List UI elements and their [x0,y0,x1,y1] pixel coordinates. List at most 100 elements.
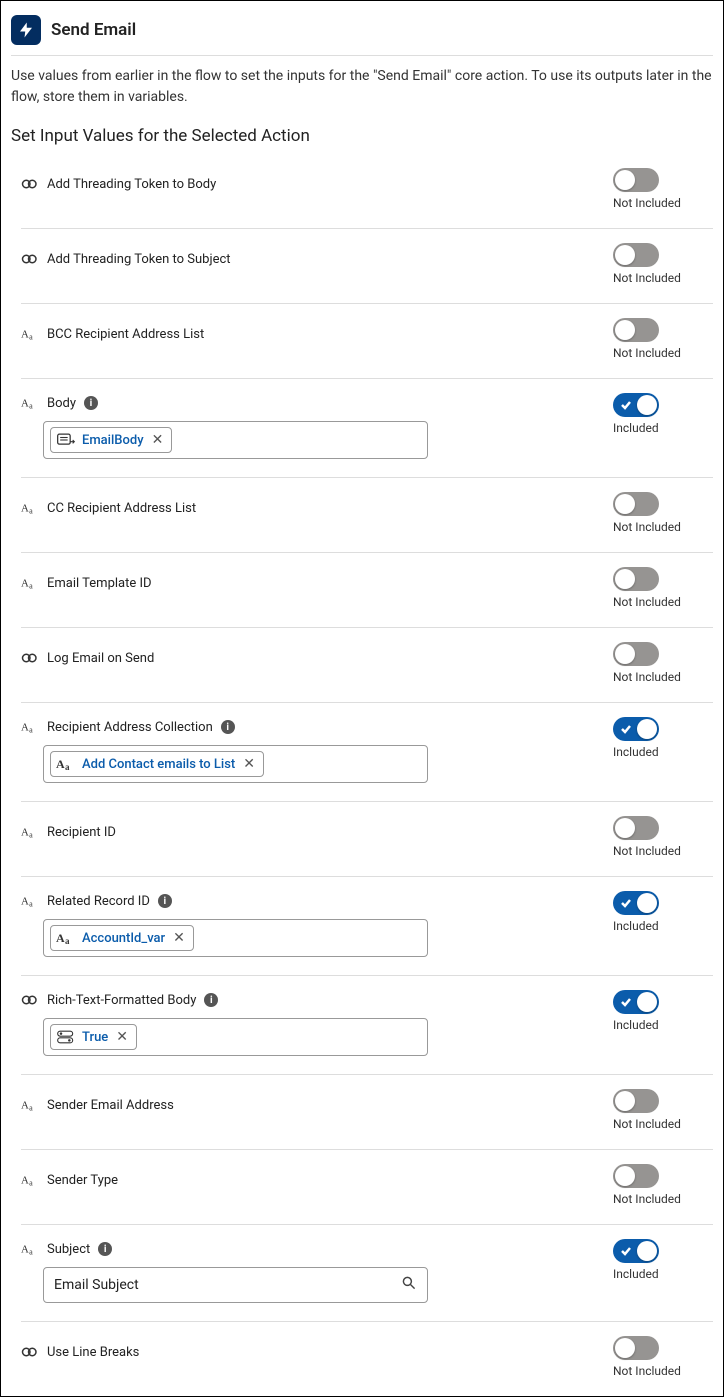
field-label: Body [47,396,76,411]
info-icon[interactable]: i [84,396,98,410]
subject-value: Email Subject [54,1277,139,1293]
toggle-label: Not Included [613,271,681,285]
include-toggle[interactable] [613,642,659,666]
text-type-icon: Aa [21,395,39,411]
field-label: Use Line Breaks [47,1345,139,1360]
svg-text:a: a [65,936,70,946]
toggle-label: Included [613,421,659,435]
field-label: Add Threading Token to Subject [47,252,231,267]
input-row-template-id: Aa Email Template ID Not Included [21,553,713,628]
value-pill: EmailBody ✕ [50,427,172,453]
include-toggle[interactable] [613,492,659,516]
info-icon[interactable]: i [204,993,218,1007]
toggle-label: Not Included [613,1192,681,1206]
info-icon[interactable]: i [158,894,172,908]
include-toggle[interactable] [613,1239,659,1263]
include-toggle[interactable] [613,717,659,741]
text-type-icon: Aa [21,326,39,342]
pill-label: Add Contact emails to List [82,757,235,772]
recipient-collection-input[interactable]: Aa Add Contact emails to List ✕ [43,745,428,783]
svg-text:A: A [56,931,65,945]
panel-header: Send Email [11,11,713,56]
field-label: Sender Email Address [47,1098,174,1113]
text-type-icon: Aa [21,1172,39,1188]
svg-text:a: a [29,1178,33,1187]
svg-text:A: A [21,827,29,839]
toggle-label: Not Included [613,844,681,858]
pill-label: True [82,1030,108,1045]
template-icon [56,431,76,449]
input-row-threading-subject: Add Threading Token to Subject Not Inclu… [21,229,713,304]
info-icon[interactable]: i [221,720,235,734]
text-type-icon: Aa [21,1097,39,1113]
input-row-subject: Aa Subject i Email Subject Included [21,1225,713,1322]
remove-pill-icon[interactable]: ✕ [116,1029,128,1045]
text-type-icon: Aa [21,500,39,516]
boolean-type-icon [21,176,39,192]
input-row-sender-type: Aa Sender Type Not Included [21,1150,713,1225]
input-row-sender-email: Aa Sender Email Address Not Included [21,1075,713,1150]
value-pill: Aa AccountId_var ✕ [50,925,194,951]
remove-pill-icon[interactable]: ✕ [243,756,255,772]
rich-body-input[interactable]: True ✕ [43,1018,428,1056]
subject-input[interactable]: Email Subject [43,1267,428,1303]
boolean-type-icon [21,1344,39,1360]
pill-label: EmailBody [82,433,144,448]
toggle-label: Not Included [613,520,681,534]
svg-text:a: a [29,401,33,410]
svg-text:a: a [29,1103,33,1112]
include-toggle[interactable] [613,318,659,342]
svg-text:a: a [29,899,33,908]
field-label: Add Threading Token to Body [47,177,216,192]
toggle-label: Included [613,1267,659,1281]
text-variable-icon: Aa [56,755,76,773]
field-label: Related Record ID [47,894,150,909]
field-label: Log Email on Send [47,651,154,666]
field-label: Email Template ID [47,576,152,591]
include-toggle[interactable] [613,567,659,591]
svg-text:a: a [29,581,33,590]
remove-pill-icon[interactable]: ✕ [152,432,164,448]
include-toggle[interactable] [613,1336,659,1360]
input-row-log-email: Log Email on Send Not Included [21,628,713,703]
svg-text:a: a [29,506,33,515]
field-label: CC Recipient Address List [47,501,196,516]
text-type-icon: Aa [21,1241,39,1257]
action-icon [11,15,41,45]
text-type-icon: Aa [21,719,39,735]
boolean-type-icon [21,251,39,267]
toggle-label: Not Included [613,670,681,684]
svg-text:A: A [21,329,29,341]
include-toggle[interactable] [613,816,659,840]
field-label: Recipient ID [47,825,116,840]
svg-text:a: a [29,1247,33,1256]
related-record-input[interactable]: Aa AccountId_var ✕ [43,919,428,957]
info-icon[interactable]: i [98,1242,112,1256]
include-toggle[interactable] [613,891,659,915]
toggle-value-icon [56,1028,76,1046]
text-variable-icon: Aa [56,929,76,947]
include-toggle[interactable] [613,168,659,192]
svg-text:a: a [29,725,33,734]
include-toggle[interactable] [613,990,659,1014]
svg-text:a: a [65,762,70,772]
toggle-label: Included [613,1018,659,1032]
field-label: Subject [47,1242,90,1257]
svg-text:A: A [21,896,29,908]
input-row-body: Aa Body i EmailBody ✕ [21,379,713,478]
section-title: Set Input Values for the Selected Action [11,126,713,146]
field-label: Sender Type [47,1173,118,1188]
body-value-input[interactable]: EmailBody ✕ [43,421,428,459]
include-toggle[interactable] [613,1089,659,1113]
svg-text:A: A [56,757,65,771]
include-toggle[interactable] [613,243,659,267]
remove-pill-icon[interactable]: ✕ [173,930,185,946]
toggle-label: Included [613,919,659,933]
svg-text:A: A [21,722,29,734]
toggle-label: Not Included [613,196,681,210]
panel-title: Send Email [51,20,136,40]
include-toggle[interactable] [613,1164,659,1188]
include-toggle[interactable] [613,393,659,417]
panel-description: Use values from earlier in the flow to s… [11,66,713,108]
boolean-type-icon [21,650,39,666]
